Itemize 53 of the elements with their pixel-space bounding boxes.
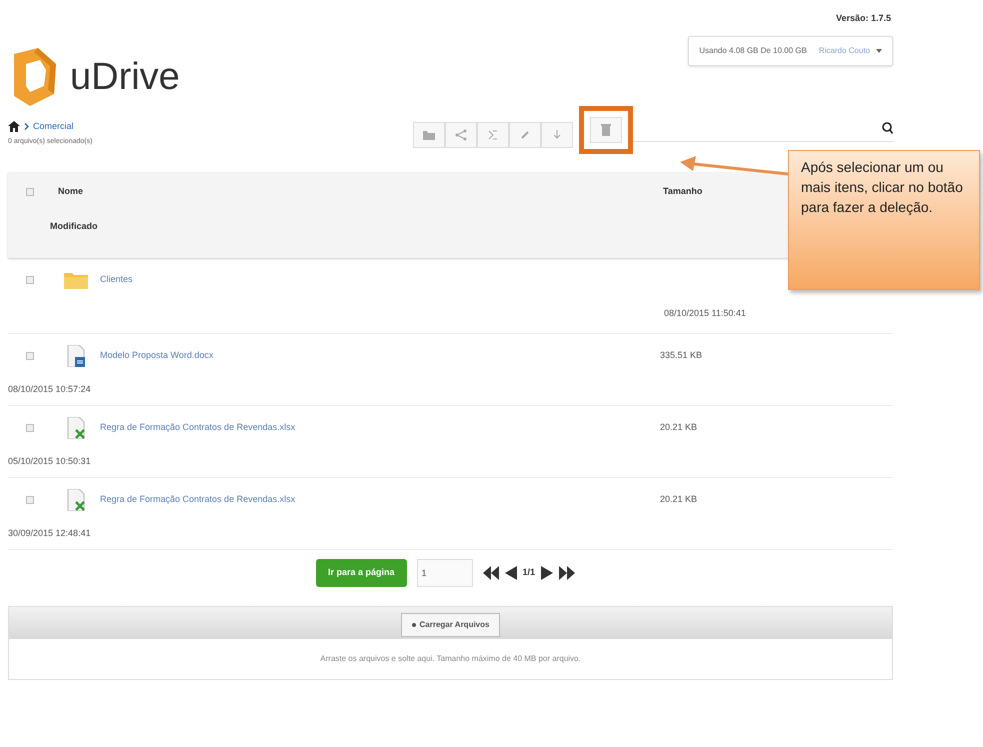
file-name-link[interactable]: Regra de Formação Contratos de Revendas.xlsx [100, 492, 660, 506]
checkbox[interactable] [26, 424, 34, 432]
checkbox[interactable] [26, 276, 34, 284]
download-button[interactable] [541, 122, 573, 148]
trash-icon [601, 124, 611, 136]
previous-page-icon[interactable] [504, 566, 516, 580]
link-icon [519, 128, 531, 140]
file-name-link[interactable]: Clientes [100, 272, 660, 286]
file-size: 20.21 KB [660, 420, 698, 434]
file-name-link[interactable]: Regra de Formação Contratos de Revendas.xlsx [100, 420, 660, 434]
last-page-icon[interactable] [559, 566, 576, 580]
folder-icon [422, 128, 436, 140]
download-icon [553, 128, 561, 140]
search-icon [882, 122, 893, 134]
account-dropdown[interactable]: Usando 4.08 GB De 10.00 GB Ricardo Couto [688, 36, 893, 66]
breadcrumb-link[interactable]: Comercial [33, 120, 74, 133]
drop-hint: Arraste os arquivos e solte aqui. Tamanho máximo de 40 MB por arquivo. [320, 652, 581, 664]
folder-button[interactable] [413, 122, 445, 148]
first-page-icon[interactable] [482, 566, 498, 580]
storage-label: Usando 4.08 GB De 10.00 GB [699, 44, 807, 56]
home-icon[interactable] [8, 120, 20, 132]
file-size: 20.21 KB [660, 492, 698, 506]
checkbox[interactable] [26, 352, 34, 360]
move-button[interactable] [477, 122, 509, 148]
logo-text: uDrive [70, 58, 180, 96]
page-indicator: 1/1 [522, 566, 536, 579]
user-name: Ricardo Couto [818, 44, 870, 56]
go-to-page-button[interactable]: Ir para a página [316, 558, 406, 586]
callout-tooltip: Após selecionar um ou mais itens, clicar no botão para fazer a deleção. [788, 150, 980, 290]
checkbox[interactable] [26, 188, 34, 196]
chevron-icon [24, 122, 29, 130]
modified-date: 05/10/2015 10:50:31 [8, 454, 91, 468]
modified-date: 30/09/2015 12:48:41 [8, 526, 91, 540]
file-name-link[interactable]: Modelo Proposta Word.docx [100, 348, 660, 362]
upload-button[interactable]: Carregar Arquivos [400, 612, 500, 636]
file-size: 335.51 KB [660, 348, 702, 362]
next-page-icon[interactable] [541, 566, 554, 580]
column-header[interactable]: Modificado [50, 220, 98, 234]
column-header[interactable]: Nome [58, 184, 663, 198]
modified-date: 08/10/2015 10:57:24 [8, 382, 91, 396]
share-button[interactable] [445, 122, 477, 148]
version-label: Versão: 1.7.5 [836, 12, 891, 25]
modified-date: 08/10/2015 11:50:41 [664, 306, 746, 320]
arrow-icon [487, 128, 499, 140]
folder-icon [64, 270, 88, 288]
checkbox[interactable] [26, 496, 34, 504]
column-header[interactable]: Tamanho [663, 184, 702, 198]
caret-icon [876, 48, 882, 52]
share-icon [455, 128, 467, 140]
trash-button[interactable] [590, 116, 622, 142]
page-input[interactable]: 1 [416, 558, 472, 586]
bullet-icon [412, 622, 416, 626]
link-button[interactable] [509, 122, 541, 148]
